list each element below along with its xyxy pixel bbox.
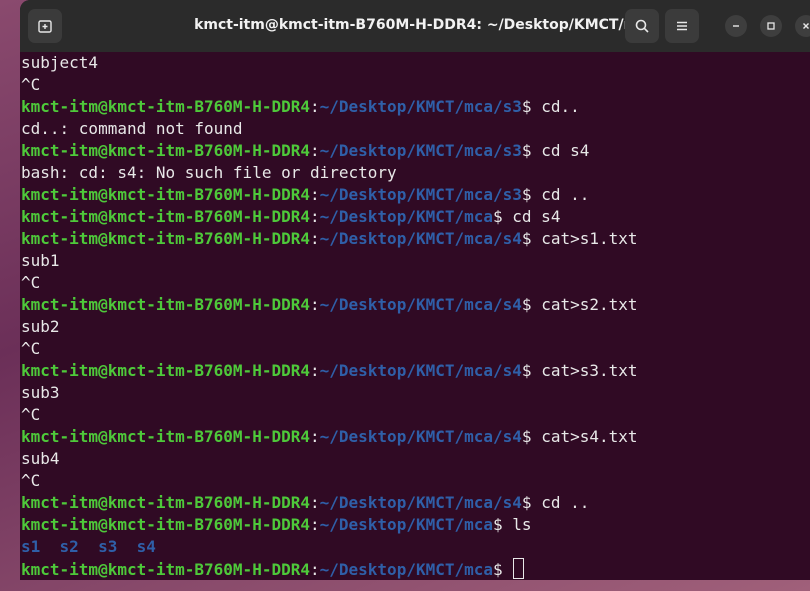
command-text: cd.. [541,97,580,116]
prompt-path: ~/Desktop/KMCT/mca/s4 [319,493,522,512]
command-text: cat>s1.txt [541,229,638,248]
prompt-line: kmct-itm@kmct-itm-B760M-H-DDR4:~/Desktop… [21,96,810,118]
prompt-path: ~/Desktop/KMCT/mca [319,515,494,534]
command-text: cat>s2.txt [541,295,638,314]
prompt-colon: : [309,229,320,248]
prompt-colon: : [309,295,320,314]
prompt-user-host: kmct-itm@kmct-itm-B760M-H-DDR4 [21,515,310,534]
prompt-line: kmct-itm@kmct-itm-B760M-H-DDR4:~/Desktop… [21,140,810,162]
maximize-icon [767,22,775,30]
search-icon [635,19,649,33]
prompt-dollar: $ [521,493,542,512]
prompt-user-host: kmct-itm@kmct-itm-B760M-H-DDR4 [21,97,310,116]
prompt-line: kmct-itm@kmct-itm-B760M-H-DDR4:~/Desktop… [21,184,810,206]
close-icon [803,23,809,29]
prompt-dollar: $ [521,141,542,160]
output-line: bash: cd: s4: No such file or directory [21,163,397,182]
output-line: sub3 [21,383,60,402]
prompt-dollar: $ [521,97,542,116]
close-button[interactable] [795,15,810,37]
title-bar: kmct-itm@kmct-itm-B760M-H-DDR4: ~/Deskto… [20,0,810,52]
prompt-colon: : [309,185,320,204]
ls-output-line: s1 s2 s3 s4 [21,537,156,556]
prompt-user-host: kmct-itm@kmct-itm-B760M-H-DDR4 [21,361,310,380]
prompt-dollar: $ [521,185,542,204]
prompt-line: kmct-itm@kmct-itm-B760M-H-DDR4:~/Desktop… [21,206,810,228]
hamburger-menu-icon [677,21,687,31]
command-text: cd s4 [512,207,561,226]
minimize-button[interactable] [725,15,747,37]
prompt-path: ~/Desktop/KMCT/mca/s3 [319,97,522,116]
minimize-icon [733,25,739,27]
terminal-output[interactable]: subject4 ^C kmct-itm@kmct-itm-B760M-H-DDR4… [20,52,810,580]
output-line: sub2 [21,317,60,336]
prompt-colon: : [309,97,320,116]
prompt-user-host: kmct-itm@kmct-itm-B760M-H-DDR4 [21,141,310,160]
prompt-path: ~/Desktop/KMCT/mca [319,560,494,579]
prompt-path: ~/Desktop/KMCT/mca/s3 [319,185,522,204]
prompt-line: kmct-itm@kmct-itm-B760M-H-DDR4:~/Desktop… [21,492,810,514]
prompt-dollar: $ [521,361,542,380]
prompt-path: ~/Desktop/KMCT/mca/s4 [319,427,522,446]
prompt-path: ~/Desktop/KMCT/mca/s4 [319,229,522,248]
prompt-user-host: kmct-itm@kmct-itm-B760M-H-DDR4 [21,493,310,512]
command-text: cat>s4.txt [541,427,638,446]
prompt-line: kmct-itm@kmct-itm-B760M-H-DDR4:~/Desktop… [21,514,810,536]
output-line: cd..: command not found [21,119,243,138]
output-line: ^C [21,471,41,490]
prompt-colon: : [309,141,320,160]
command-text: cd .. [541,185,590,204]
prompt-user-host: kmct-itm@kmct-itm-B760M-H-DDR4 [21,229,310,248]
prompt-path: ~/Desktop/KMCT/mca/s4 [319,295,522,314]
prompt-colon: : [309,361,320,380]
maximize-button[interactable] [760,15,782,37]
prompt-user-host: kmct-itm@kmct-itm-B760M-H-DDR4 [21,185,310,204]
prompt-line: kmct-itm@kmct-itm-B760M-H-DDR4:~/Desktop… [21,360,810,382]
text-cursor[interactable] [513,558,525,579]
output-line: subject4 [21,53,99,72]
terminal-window: kmct-itm@kmct-itm-B760M-H-DDR4: ~/Deskto… [20,0,810,580]
output-line: ^C [21,75,41,94]
prompt-line: kmct-itm@kmct-itm-B760M-H-DDR4:~/Desktop… [21,294,810,316]
prompt-line: kmct-itm@kmct-itm-B760M-H-DDR4:~/Desktop… [21,228,810,250]
output-line: ^C [21,405,41,424]
prompt-dollar: $ [493,560,513,579]
output-line: sub4 [21,449,60,468]
prompt-dollar: $ [493,207,513,226]
command-text: cd s4 [541,141,590,160]
output-line: ^C [21,339,41,358]
command-text: cd .. [541,493,590,512]
prompt-user-host: kmct-itm@kmct-itm-B760M-H-DDR4 [21,560,310,579]
prompt-colon: : [309,493,320,512]
prompt-colon: : [309,560,320,579]
prompt-dollar: $ [493,515,513,534]
output-line: ^C [21,273,41,292]
prompt-colon: : [309,207,320,226]
prompt-path: ~/Desktop/KMCT/mca/s4 [319,361,522,380]
command-text: cat>s3.txt [541,361,638,380]
output-line: sub1 [21,251,60,270]
prompt-dollar: $ [521,295,542,314]
prompt-dollar: $ [521,229,542,248]
search-button[interactable] [625,9,659,43]
command-text: ls [512,515,532,534]
prompt-colon: : [309,515,320,534]
menu-button[interactable] [665,9,699,43]
prompt-dollar: $ [521,427,542,446]
current-prompt-line: kmct-itm@kmct-itm-B760M-H-DDR4:~/Desktop… [21,558,810,580]
prompt-user-host: kmct-itm@kmct-itm-B760M-H-DDR4 [21,427,310,446]
prompt-line: kmct-itm@kmct-itm-B760M-H-DDR4:~/Desktop… [21,426,810,448]
prompt-path: ~/Desktop/KMCT/mca/s3 [319,141,522,160]
prompt-path: ~/Desktop/KMCT/mca [319,207,494,226]
prompt-user-host: kmct-itm@kmct-itm-B760M-H-DDR4 [21,207,310,226]
prompt-user-host: kmct-itm@kmct-itm-B760M-H-DDR4 [21,295,310,314]
prompt-colon: : [309,427,320,446]
